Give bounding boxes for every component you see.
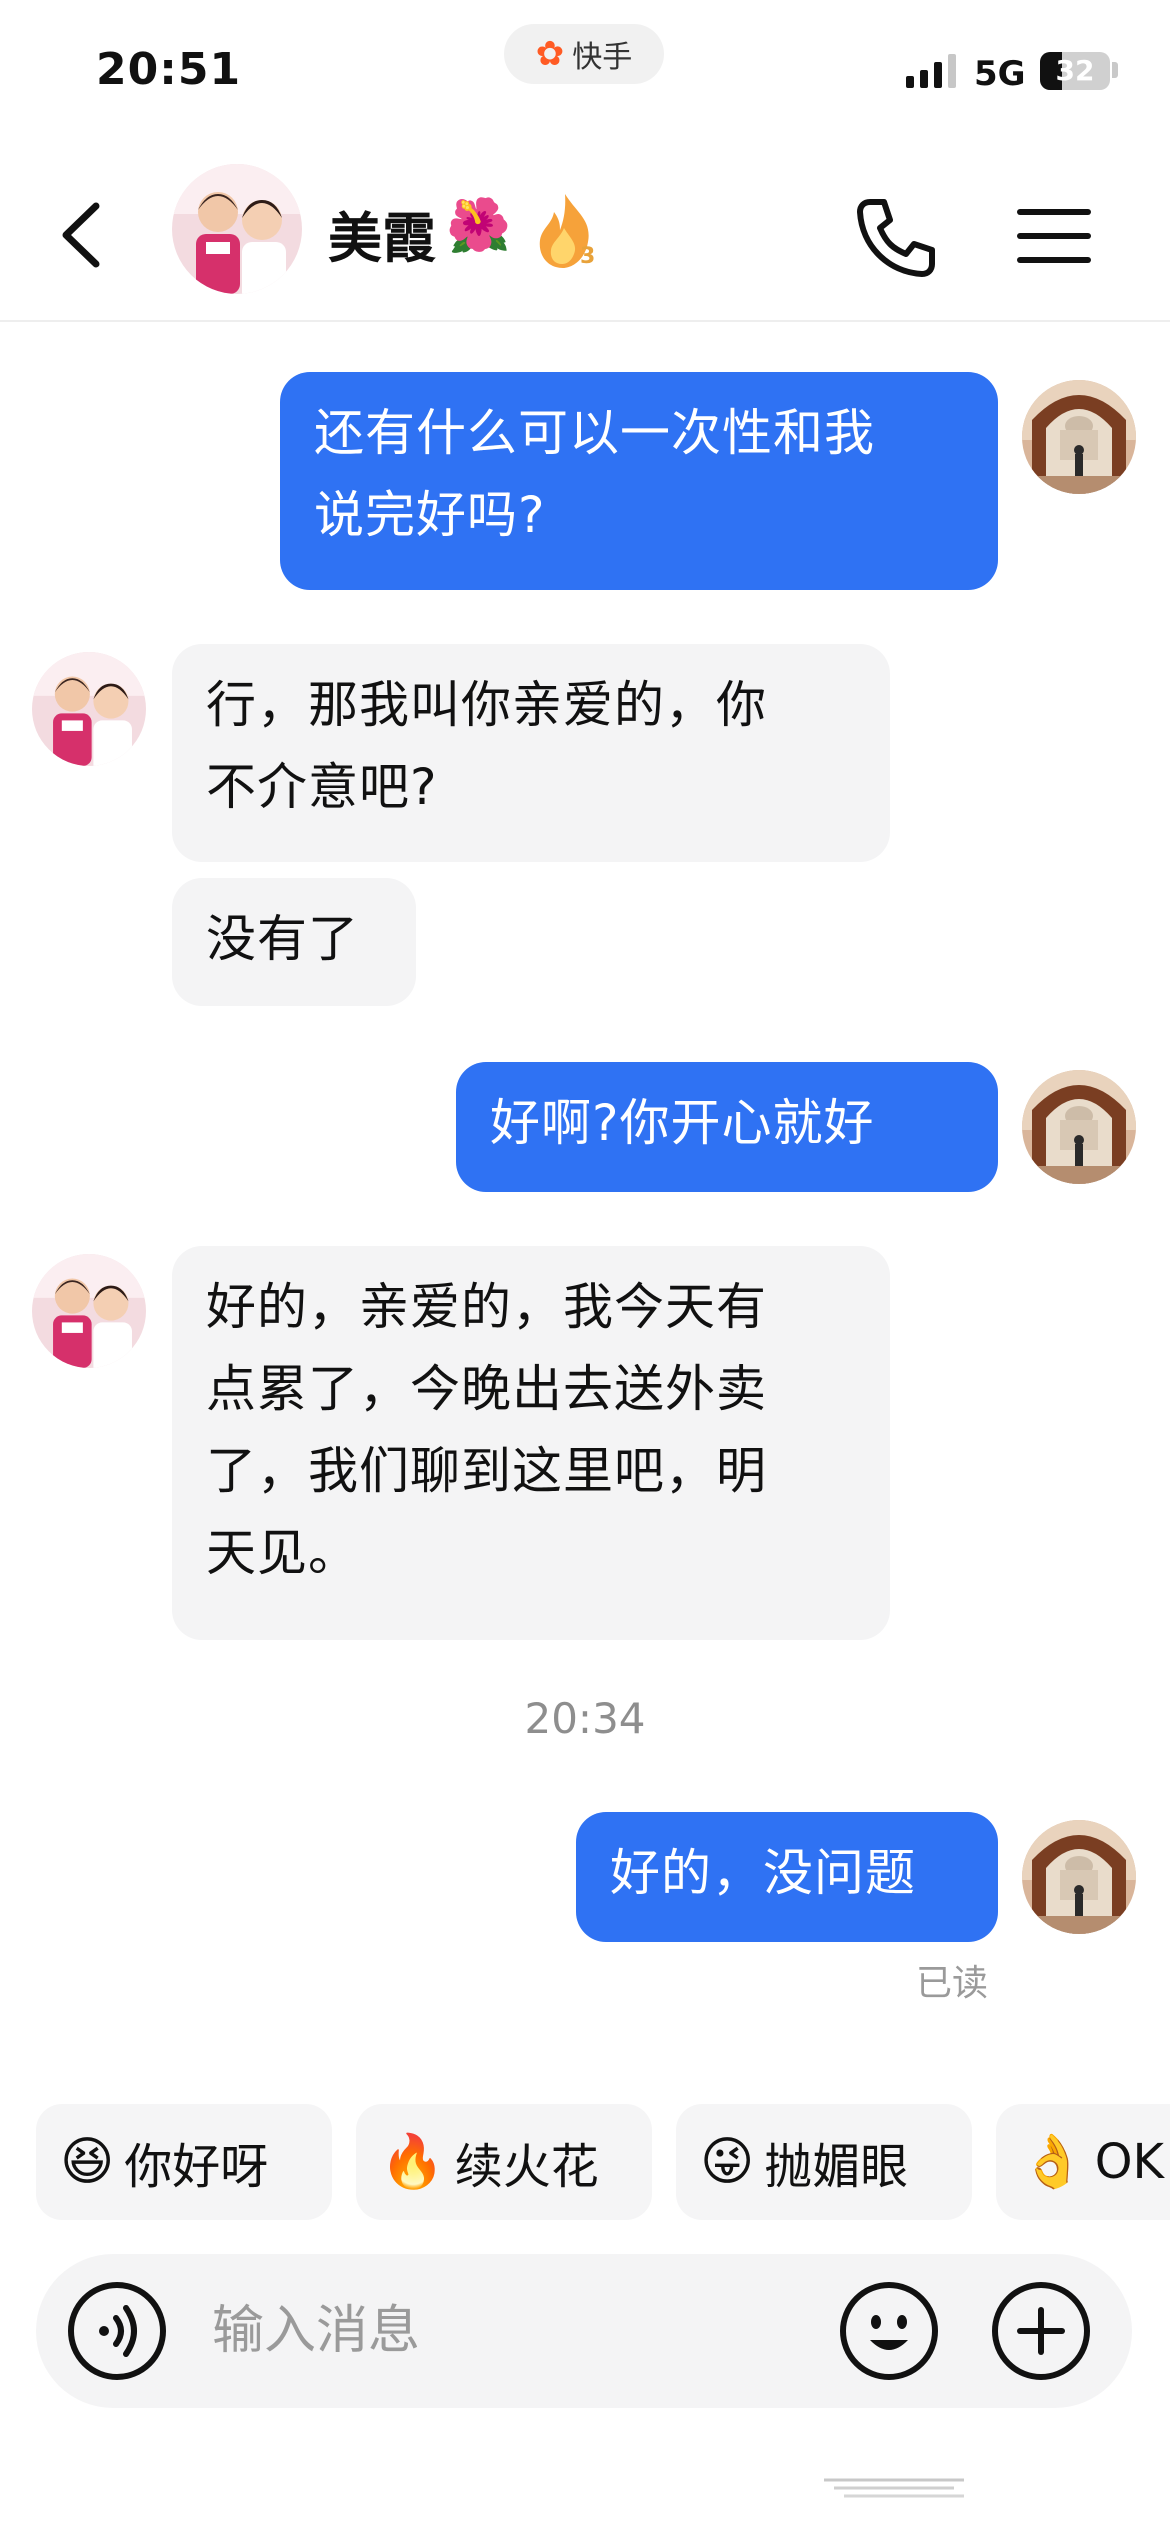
message-bubble-incoming[interactable]: 没有了 — [172, 878, 416, 1006]
laughing-emoji-icon: 😆 — [60, 2132, 115, 2192]
message-bubble-outgoing[interactable]: 还有什么可以一次性和我 说完好吗? — [280, 372, 998, 590]
battery-percent: 32 — [1055, 54, 1095, 87]
menu-button[interactable] — [1016, 198, 1092, 274]
message-line: 点累了，今晚出去送外卖 — [206, 1360, 767, 1418]
contact-message-avatar[interactable] — [32, 1254, 146, 1368]
status-time: 20:51 — [96, 44, 242, 95]
message-line: 还有什么可以一次性和我 — [314, 404, 875, 462]
quick-reply-chip[interactable]: 👌 OK — [996, 2104, 1170, 2220]
app-indicator-label: 快手 — [572, 40, 633, 75]
message-line: 说完好吗? — [314, 486, 546, 544]
message-line: 好啊?你开心就好 — [490, 1094, 875, 1152]
more-options-button[interactable] — [990, 2280, 1092, 2382]
quick-reply-label: 你好呀 — [124, 2139, 269, 2195]
contact-message-avatar[interactable] — [32, 652, 146, 766]
message-bubble-incoming[interactable]: 行，那我叫你亲爱的，你 不介意吧? — [172, 644, 890, 862]
fire-face-icon: 🔥 — [380, 2132, 445, 2192]
winking-bear-icon: 😜 — [700, 2132, 755, 2192]
read-receipt: 已读 — [916, 1963, 989, 2004]
contact-avatar[interactable] — [172, 164, 302, 294]
ok-hand-emoji-icon: 👌 — [1020, 2132, 1085, 2192]
message-line: 没有了 — [206, 910, 359, 968]
voice-wave-icon — [68, 2282, 166, 2380]
message-line: 好的，亲爱的，我今天有 — [206, 1278, 767, 1336]
back-button[interactable] — [56, 190, 136, 280]
app-indicator-pill[interactable]: ✿ 快手 — [504, 24, 664, 84]
battery-icon: 32 — [1040, 52, 1110, 90]
smiley-icon — [840, 2282, 938, 2380]
message-timestamp: 20:34 — [524, 1694, 646, 1743]
quick-reply-label: 抛媚眼 — [764, 2139, 909, 2195]
network-type: 5G — [974, 54, 1026, 94]
chevron-left-icon — [62, 202, 100, 268]
call-button[interactable] — [850, 192, 940, 282]
message-bubble-outgoing[interactable]: 好的，没问题 — [576, 1812, 998, 1942]
quick-reply-chip[interactable]: 😆 你好呀 — [36, 2104, 332, 2220]
quick-reply-chip[interactable]: 😜 抛媚眼 — [676, 2104, 972, 2220]
message-line: 好的，没问题 — [610, 1844, 916, 1902]
chat-screen: 20:51 ✿ 快手 5G 32 美霞 🌺 3 还有什么可以一次性和我 说完好吗… — [0, 0, 1170, 2532]
message-line: 不介意吧? — [206, 758, 438, 816]
chat-header: 美霞 🌺 3 — [0, 150, 1170, 322]
battery-tip — [1112, 62, 1118, 78]
streak-count: 3 — [580, 244, 596, 269]
hamburger-menu-icon — [1017, 209, 1091, 263]
message-input-bar — [36, 2254, 1132, 2408]
message-bubble-incoming[interactable]: 好的，亲爱的，我今天有 点累了，今晚出去送外卖 了，我们聊到这里吧，明 天见。 — [172, 1246, 890, 1640]
cellular-signal-icon — [906, 54, 956, 88]
message-line: 了，我们聊到这里吧，明 — [206, 1442, 767, 1500]
watermark-lines — [824, 2478, 964, 2498]
my-avatar[interactable] — [1022, 380, 1136, 494]
quick-reply-label: 续火花 — [454, 2139, 599, 2195]
emoji-button[interactable] — [838, 2280, 940, 2382]
message-line: 行，那我叫你亲爱的，你 — [206, 676, 767, 734]
my-avatar[interactable] — [1022, 1820, 1136, 1934]
message-input[interactable] — [212, 2292, 832, 2370]
phone-icon — [857, 199, 935, 277]
kuaishou-logo-icon: ✿ — [535, 34, 565, 74]
my-avatar[interactable] — [1022, 1070, 1136, 1184]
hibiscus-icon: 🌺 — [446, 196, 511, 256]
message-line: 天见。 — [206, 1524, 359, 1582]
quick-reply-chip[interactable]: 🔥 续火花 — [356, 2104, 652, 2220]
contact-name[interactable]: 美霞 — [328, 194, 436, 273]
voice-input-button[interactable] — [66, 2280, 168, 2382]
quick-reply-label: OK — [1094, 2134, 1165, 2190]
plus-icon — [992, 2282, 1090, 2380]
status-bar: 20:51 ✿ 快手 5G 32 — [0, 0, 1170, 150]
message-bubble-outgoing[interactable]: 好啊?你开心就好 — [456, 1062, 998, 1192]
